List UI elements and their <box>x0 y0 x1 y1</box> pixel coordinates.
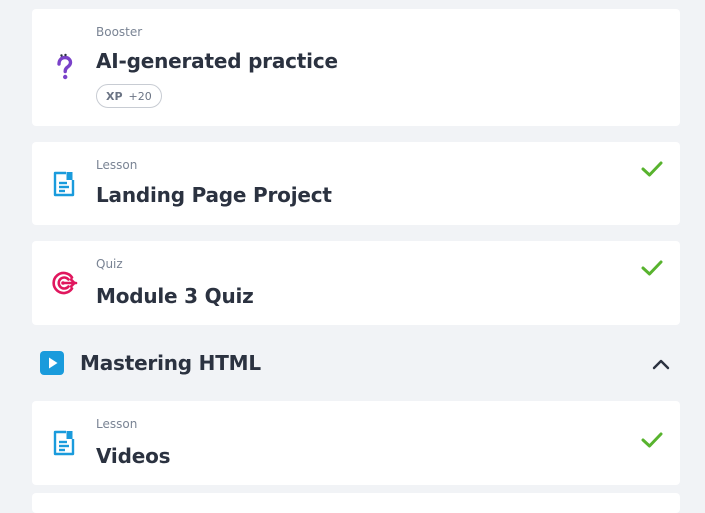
item-title: Landing Page Project <box>96 183 332 207</box>
chevron-up-icon[interactable] <box>650 353 672 375</box>
document-icon <box>50 429 78 457</box>
quiz-card[interactable]: Quiz Module 3 Quiz <box>32 241 680 325</box>
xp-label: XP <box>106 89 123 103</box>
item-kind-label: Lesson <box>96 417 138 431</box>
next-item-card[interactable] <box>32 493 680 513</box>
item-title: Module 3 Quiz <box>96 284 254 308</box>
item-kind-label: Quiz <box>96 257 123 271</box>
check-icon <box>640 157 664 181</box>
item-kind-label: Lesson <box>96 158 138 172</box>
xp-badge: XP +20 <box>96 84 162 108</box>
check-icon <box>640 428 664 452</box>
item-title: Videos <box>96 444 171 468</box>
booster-card[interactable]: Booster AI-generated practice XP +20 <box>32 9 680 126</box>
document-icon <box>50 170 78 198</box>
item-kind-label: Booster <box>96 25 143 39</box>
xp-value: +20 <box>128 89 152 103</box>
item-title: AI-generated practice <box>96 49 338 73</box>
check-icon <box>640 256 664 280</box>
play-icon <box>40 351 64 375</box>
target-icon <box>50 269 78 297</box>
lesson-card[interactable]: Lesson Videos <box>32 401 680 485</box>
section-title: Mastering HTML <box>80 351 261 375</box>
lesson-card[interactable]: Lesson Landing Page Project <box>32 142 680 225</box>
question-mark-icon <box>50 53 78 81</box>
section-header-mastering-html[interactable]: Mastering HTML <box>32 342 680 384</box>
